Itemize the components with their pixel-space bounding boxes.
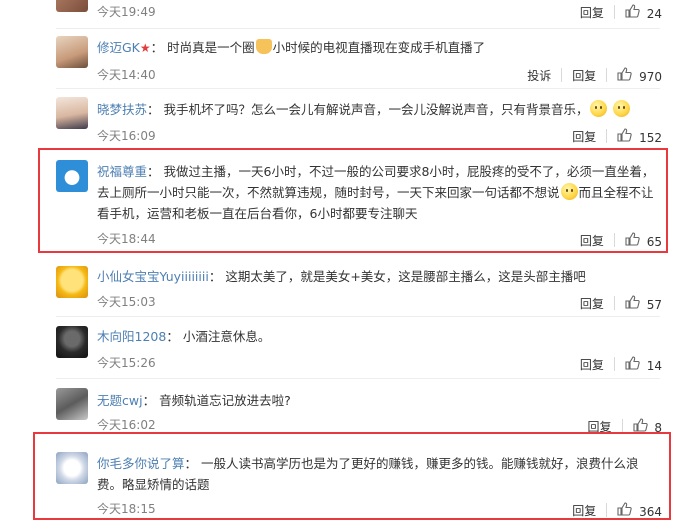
like-button[interactable]: 970 [617,66,662,84]
cat-emoji-icon [255,39,272,54]
vip-star-icon: ★ [139,41,151,55]
like-button[interactable]: 57 [625,294,662,312]
like-button[interactable]: 14 [625,355,662,373]
like-count: 152 [639,130,662,145]
reply-button[interactable]: 回复 [580,295,604,312]
divider [613,357,615,371]
smile-emoji-icon [612,100,630,117]
like-count: 364 [639,504,662,519]
divider [56,378,660,379]
comment-text: 晓梦扶苏： 我手机坏了吗？怎么一会儿有解说声音，一会儿没解说声音，只有背景音乐， [97,99,662,120]
comment-text: 修迈GK★： 时尚真是一个圈 小时候的电视直播现在变成手机直播了 [97,39,486,55]
divider [606,129,608,143]
comment-text: 祝福尊重： 我做过主播，一天6小时，不过一般的公司要求8小时，屁股疼的受不了，必… [97,164,655,221]
laughing-emoji-icon [560,183,578,200]
comment-time: 今天19:49 [97,5,156,19]
comment-time: 今天16:09 [97,129,156,143]
comment-author[interactable]: 晓梦扶苏 [97,102,147,117]
smile-emoji-icon [589,100,607,117]
reply-button[interactable]: 回复 [572,502,596,519]
comment-author[interactable]: 修迈GK [97,40,140,55]
like-count: 57 [646,297,662,312]
avatar[interactable] [56,266,88,298]
comment-body: 音频轨道忘记放进去啦? [159,393,291,408]
like-count: 970 [639,69,662,84]
comment-body: 这期太美了，就是美女+美女，这是腰部主播么，这是头部主播吧 [225,269,586,284]
divider [56,88,660,89]
divider [613,5,615,19]
thumbs-up-icon [617,501,632,516]
comment-actions: 回复 14 [580,355,662,373]
comment-text: 木向阳1208： 小酒注意休息。 [97,329,271,344]
avatar[interactable] [56,452,88,484]
comment-actions: 回复 65 [580,231,662,249]
comment-time: 今天15:26 [97,356,156,370]
reply-button[interactable]: 回复 [580,232,604,249]
comment-text: 你毛多你说了算： 一般人读书高学历也是为了更好的赚钱，赚更多的钱。能赚钱就好，浪… [97,456,639,492]
comment-time: 今天14:40 [97,68,156,82]
like-button[interactable]: 24 [625,3,662,21]
divider [606,503,608,517]
thumbs-up-icon [625,294,640,309]
reply-button[interactable]: 回复 [580,4,604,21]
like-count: 65 [646,234,662,249]
comment-actions: 回复 24 [580,3,662,21]
thumbs-up-icon [617,66,632,81]
comment-actions: 回复 364 [572,501,662,519]
comment-body: 小酒注意休息。 [182,329,271,344]
comment-actions: 回复 152 [572,127,662,145]
reply-button[interactable]: 回复 [572,67,596,84]
like-button[interactable]: 152 [617,127,662,145]
divider [621,419,623,433]
avatar[interactable] [56,0,88,12]
comment-time: 今天15:03 [97,295,156,309]
like-button[interactable]: 364 [617,501,662,519]
comment-actions: 回复 57 [580,294,662,312]
comment-body: 小时候的电视直播现在变成手机直播了 [272,40,486,55]
comment-actions: 投诉 回复 970 [527,66,662,84]
avatar[interactable] [56,160,88,192]
divider [56,316,660,317]
like-button[interactable]: 65 [625,231,662,249]
divider [561,68,563,82]
avatar[interactable] [56,97,88,129]
avatar[interactable] [56,388,88,420]
divider [613,233,615,247]
comment-text: 小仙女宝宝Yuyiiiiiiii： 这期太美了，就是美女+美女，这是腰部主播么，… [97,269,586,284]
comment-time: 今天18:44 [97,232,156,246]
comment-text: 无题cwj： 音频轨道忘记放进去啦? [97,393,291,408]
comment-body: 我手机坏了吗？怎么一会儿有解说声音，一会儿没解说声音，只有背景音乐， [163,102,589,117]
comment-time: 今天18:15 [97,502,156,516]
thumbs-up-icon [625,355,640,370]
like-count: 14 [646,358,662,373]
thumbs-up-icon [632,417,648,432]
comment-author[interactable]: 无题cwj [97,393,143,408]
comment-body: 时尚真是一个圈 [167,40,255,55]
reply-button[interactable]: 回复 [580,356,604,373]
divider [606,68,608,82]
comment-author[interactable]: 你毛多你说了算 [97,456,185,471]
avatar[interactable] [56,326,88,358]
comment-author[interactable]: 小仙女宝宝Yuyiiiiiiii [97,269,209,284]
comment-author[interactable]: 木向阳1208 [97,329,166,344]
avatar[interactable] [56,36,88,68]
divider [613,296,615,310]
like-count: 24 [646,6,662,21]
thumbs-up-icon [625,231,640,246]
comment-time: 今天16:02 [97,418,156,432]
thumbs-up-icon [625,3,640,18]
reply-button[interactable]: 回复 [572,128,596,145]
report-button[interactable]: 投诉 [527,67,551,84]
thumbs-up-icon [617,127,632,142]
divider [56,28,660,29]
comment-author[interactable]: 祝福尊重 [97,164,147,179]
